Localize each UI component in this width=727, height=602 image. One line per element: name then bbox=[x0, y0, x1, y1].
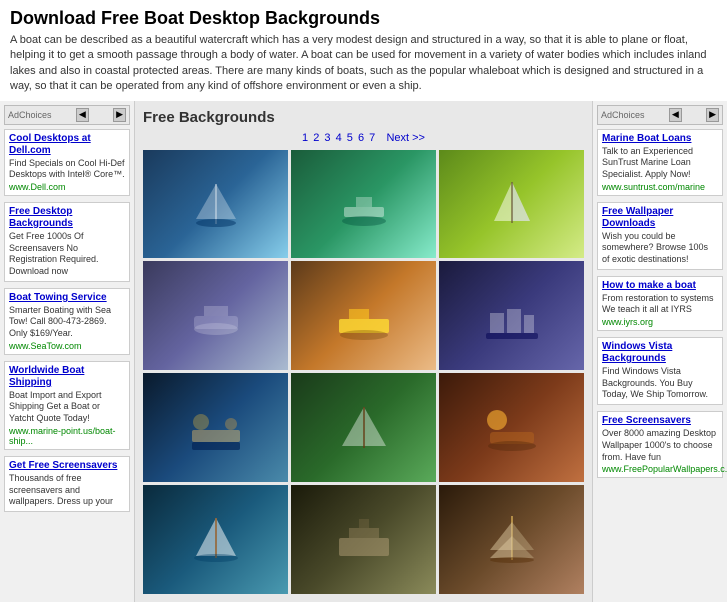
grid-item-8[interactable] bbox=[291, 373, 436, 482]
boat-image-1 bbox=[143, 150, 288, 259]
image-grid bbox=[143, 150, 584, 594]
right-ad-5-desc: Over 8000 amazing Desktop Wallpaper 1000… bbox=[602, 428, 718, 463]
page-title: Download Free Boat Desktop Backgrounds bbox=[10, 8, 717, 29]
grid-item-5[interactable] bbox=[291, 261, 436, 370]
page-description: A boat can be described as a beautiful w… bbox=[10, 33, 717, 95]
left-ad-3-desc: Smarter Boating with Sea Tow! Call 800-4… bbox=[9, 305, 125, 340]
right-ad-2: Free Wallpaper Downloads Wish you could … bbox=[597, 202, 723, 270]
left-ad-4-title[interactable]: Worldwide Boat Shipping bbox=[9, 365, 125, 389]
page-7-link[interactable]: 7 bbox=[369, 132, 375, 144]
left-ad-3-title[interactable]: Boat Towing Service bbox=[9, 292, 125, 304]
center-content: Free Backgrounds 1 2 3 4 5 6 7 Next >> bbox=[135, 101, 592, 602]
grid-item-3[interactable] bbox=[439, 150, 584, 259]
left-ad-1-desc: Find Specials on Cool Hi-Def Desktops wi… bbox=[9, 158, 125, 181]
page-6-link[interactable]: 6 bbox=[358, 132, 364, 144]
right-ad-prev-button[interactable]: ◀ bbox=[669, 108, 682, 122]
left-ad-5: Get Free Screensavers Thousands of free … bbox=[4, 456, 130, 512]
right-ad-4-title[interactable]: Windows Vista Backgrounds bbox=[602, 341, 718, 365]
header-section: Download Free Boat Desktop Backgrounds A… bbox=[0, 0, 727, 101]
right-ad-3-url[interactable]: www.iyrs.org bbox=[602, 317, 718, 327]
left-adchoices-label: AdChoices bbox=[8, 110, 52, 120]
left-ad-1-url[interactable]: www.Dell.com bbox=[9, 182, 125, 192]
page-2-link[interactable]: 2 bbox=[313, 132, 319, 144]
left-ad-5-title[interactable]: Get Free Screensavers bbox=[9, 460, 125, 472]
right-ad-4-desc: Find Windows Vista Backgrounds. You Buy … bbox=[602, 366, 718, 401]
page-4-link[interactable]: 4 bbox=[336, 132, 342, 144]
right-ad-3-title[interactable]: How to make a boat bbox=[602, 280, 718, 292]
left-ad-4-desc: Boat Import and Export Shipping Get a Bo… bbox=[9, 390, 125, 425]
right-ad-5-url[interactable]: www.FreePopularWallpapers.c... bbox=[602, 464, 718, 474]
right-sidebar: AdChoices ◀ ▶ Marine Boat Loans Talk to … bbox=[592, 101, 727, 602]
grid-item-6[interactable] bbox=[439, 261, 584, 370]
page-1-link[interactable]: 1 bbox=[302, 132, 308, 144]
boat-image-5 bbox=[291, 261, 436, 370]
left-ad-2-desc: Get Free 1000s Of Screensavers No Regist… bbox=[9, 231, 125, 278]
right-ad-5: Free Screensavers Over 8000 amazing Desk… bbox=[597, 411, 723, 478]
left-adchoices-bar: AdChoices ◀ ▶ bbox=[4, 105, 130, 125]
left-ad-2-title[interactable]: Free Desktop Backgrounds bbox=[9, 206, 125, 230]
left-ad-3: Boat Towing Service Smarter Boating with… bbox=[4, 288, 130, 355]
right-ad-2-title[interactable]: Free Wallpaper Downloads bbox=[602, 206, 718, 230]
right-ad-next-button[interactable]: ▶ bbox=[706, 108, 719, 122]
boat-image-11 bbox=[291, 485, 436, 594]
page-next-link[interactable]: Next >> bbox=[386, 132, 425, 144]
right-ad-1-desc: Talk to an Experienced SunTrust Marine L… bbox=[602, 146, 718, 181]
grid-item-12[interactable] bbox=[439, 485, 584, 594]
left-ad-3-url[interactable]: www.SeaTow.com bbox=[9, 341, 125, 351]
main-layout: AdChoices ◀ ▶ Cool Desktops at Dell.com … bbox=[0, 101, 727, 602]
page-3-link[interactable]: 3 bbox=[324, 132, 330, 144]
left-ad-1-title[interactable]: Cool Desktops at Dell.com bbox=[9, 133, 125, 157]
right-adchoices-label: AdChoices bbox=[601, 110, 645, 120]
right-ad-3: How to make a boat From restoration to s… bbox=[597, 276, 723, 331]
boat-image-6 bbox=[439, 261, 584, 370]
right-ad-2-desc: Wish you could be somewhere? Browse 100s… bbox=[602, 231, 718, 266]
left-ad-5-desc: Thousands of free screensavers and wallp… bbox=[9, 473, 125, 508]
right-ad-3-desc: From restoration to systems We teach it … bbox=[602, 293, 718, 316]
boat-image-10 bbox=[143, 485, 288, 594]
boat-image-7 bbox=[143, 373, 288, 482]
grid-item-7[interactable] bbox=[143, 373, 288, 482]
grid-item-1[interactable] bbox=[143, 150, 288, 259]
right-ad-1-title[interactable]: Marine Boat Loans bbox=[602, 133, 718, 145]
left-ad-4-url[interactable]: www.marine-point.us/boat-ship... bbox=[9, 426, 125, 446]
boat-image-9 bbox=[439, 373, 584, 482]
left-ad-next-button[interactable]: ▶ bbox=[113, 108, 126, 122]
grid-item-10[interactable] bbox=[143, 485, 288, 594]
left-ad-1: Cool Desktops at Dell.com Find Specials … bbox=[4, 129, 130, 196]
boat-image-2 bbox=[291, 150, 436, 259]
right-ad-5-title[interactable]: Free Screensavers bbox=[602, 415, 718, 427]
page-5-link[interactable]: 5 bbox=[347, 132, 353, 144]
boat-image-4 bbox=[143, 261, 288, 370]
right-ad-1-url[interactable]: www.suntrust.com/marine bbox=[602, 182, 718, 192]
pagination: 1 2 3 4 5 6 7 Next >> bbox=[143, 132, 584, 144]
grid-item-9[interactable] bbox=[439, 373, 584, 482]
right-ad-1: Marine Boat Loans Talk to an Experienced… bbox=[597, 129, 723, 196]
left-ad-4: Worldwide Boat Shipping Boat Import and … bbox=[4, 361, 130, 450]
grid-item-4[interactable] bbox=[143, 261, 288, 370]
right-ad-4: Windows Vista Backgrounds Find Windows V… bbox=[597, 337, 723, 405]
boat-image-3 bbox=[439, 150, 584, 259]
left-sidebar: AdChoices ◀ ▶ Cool Desktops at Dell.com … bbox=[0, 101, 135, 602]
left-ad-2: Free Desktop Backgrounds Get Free 1000s … bbox=[4, 202, 130, 282]
section-title: Free Backgrounds bbox=[143, 109, 584, 126]
boat-image-8 bbox=[291, 373, 436, 482]
boat-image-12 bbox=[439, 485, 584, 594]
right-adchoices-bar: AdChoices ◀ ▶ bbox=[597, 105, 723, 125]
grid-item-2[interactable] bbox=[291, 150, 436, 259]
grid-item-11[interactable] bbox=[291, 485, 436, 594]
left-ad-prev-button[interactable]: ◀ bbox=[76, 108, 89, 122]
